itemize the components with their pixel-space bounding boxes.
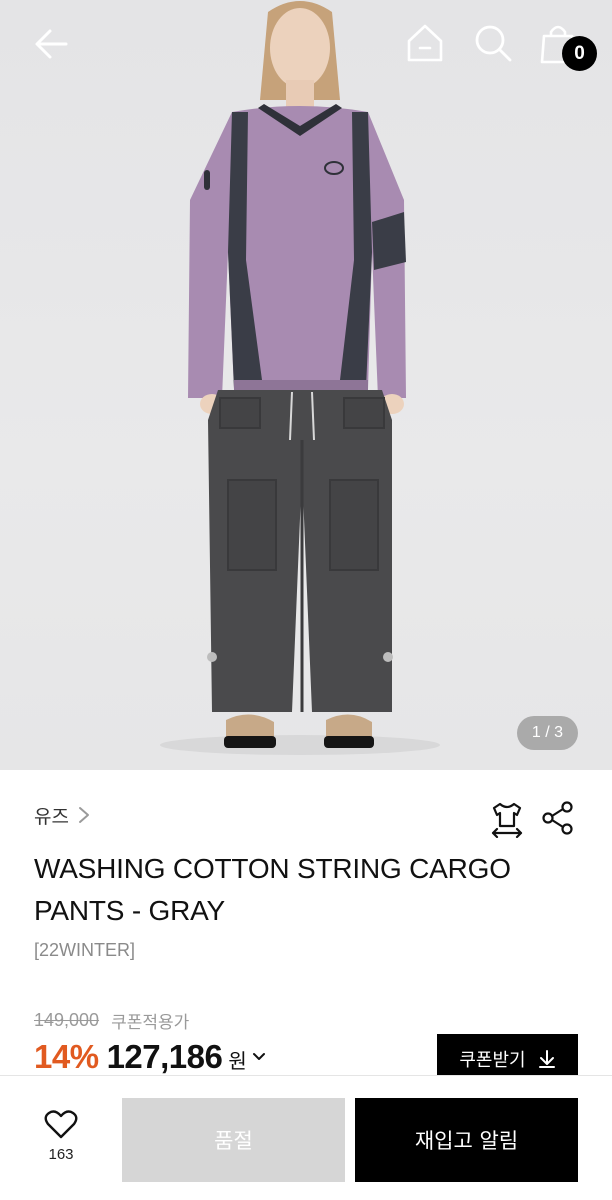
original-price: 149,000	[34, 1010, 100, 1030]
like-count: 163	[48, 1146, 74, 1163]
image-pager-indicator: 1 / 3	[517, 716, 578, 750]
restock-alert-button[interactable]: 재입고 알림	[355, 1098, 578, 1182]
cart-count-badge: 0	[562, 36, 597, 71]
heart-icon	[44, 1110, 78, 1139]
discount-rate: 14%	[34, 1038, 99, 1075]
sale-price-row[interactable]: 14% 127,186 원	[34, 1038, 267, 1076]
top-navigation-bar: 0	[0, 0, 612, 88]
product-detail-page: 0 1 / 3 유즈 WASHING COTTON STRING CARGO P…	[0, 0, 612, 1200]
coupon-price-label: 쿠폰적용가	[111, 1013, 190, 1033]
product-photo	[160, 1, 440, 755]
arrow-left-icon	[35, 29, 68, 59]
chevron-down-icon	[252, 1053, 265, 1060]
wishlist-button[interactable]: 163	[26, 1110, 96, 1180]
download-icon	[538, 1050, 555, 1068]
currency-unit: 원	[228, 1049, 247, 1073]
sold-out-button: 품절	[122, 1098, 345, 1182]
size-guide-icon	[491, 802, 523, 839]
sale-price: 127,186	[106, 1038, 223, 1075]
home-icon	[407, 24, 443, 62]
get-coupon-label: 쿠폰받기	[459, 1050, 526, 1071]
chevron-right-icon	[78, 807, 89, 823]
product-image-carousel[interactable]: 0 1 / 3	[0, 0, 612, 770]
search-button[interactable]	[470, 20, 516, 66]
brand-link[interactable]: 유즈	[34, 800, 91, 830]
back-button[interactable]	[30, 22, 74, 66]
original-price-row: 149,000 쿠폰적용가	[34, 1008, 189, 1033]
home-button[interactable]	[402, 20, 448, 66]
product-title: WASHING COTTON STRING CARGO PANTS - GRAY	[34, 853, 511, 926]
share-icon	[542, 801, 573, 835]
size-guide-button[interactable]	[488, 800, 526, 839]
search-icon	[475, 25, 512, 62]
share-button[interactable]	[540, 800, 576, 836]
brand-name: 유즈	[34, 805, 69, 828]
product-season: [22WINTER]	[34, 940, 136, 960]
